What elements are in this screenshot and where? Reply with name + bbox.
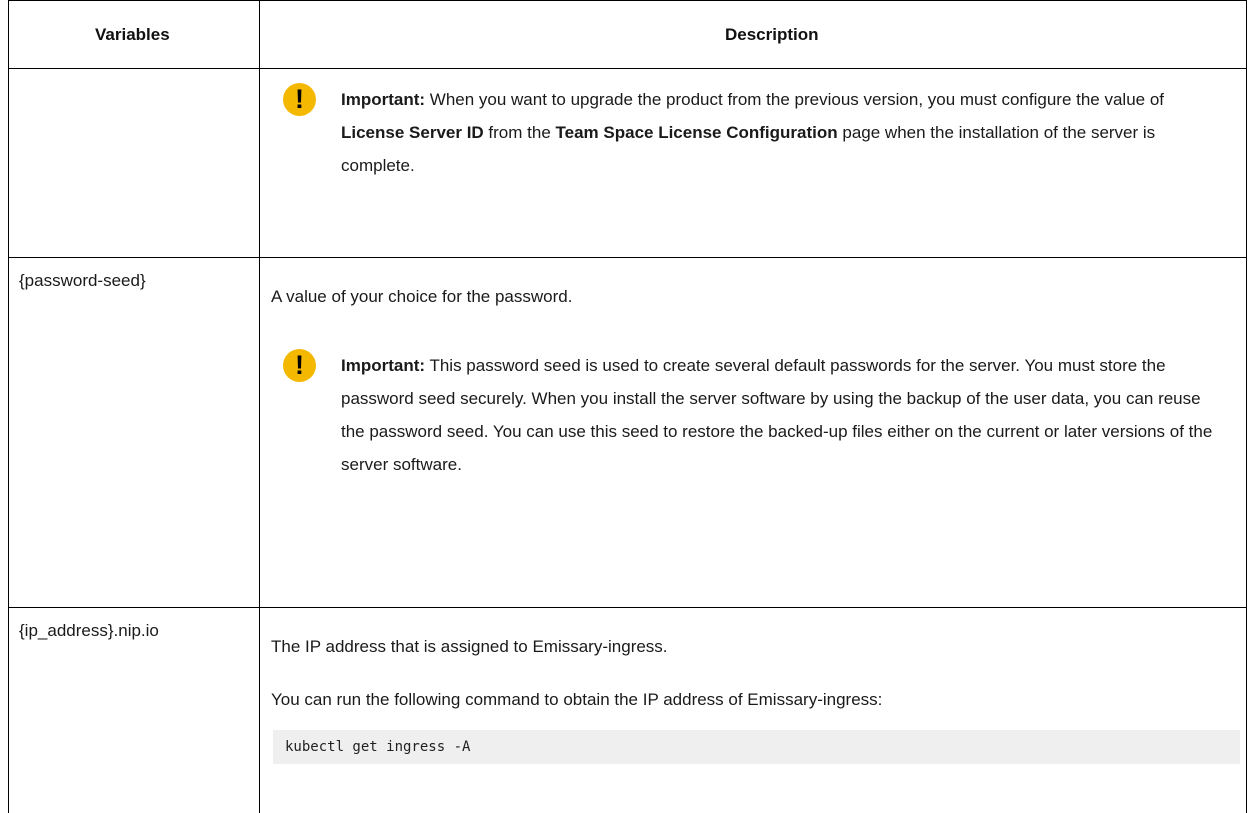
important-icon bbox=[283, 83, 316, 116]
important-note: Important: This password seed is used to… bbox=[283, 349, 1216, 481]
table-row: {password-seed} A value of your choice f… bbox=[9, 257, 1246, 608]
important-note-text: Important: When you want to upgrade the … bbox=[341, 83, 1216, 182]
table-header-row: Variables Description bbox=[9, 0, 1246, 69]
variable-name: {ip_address}.nip.io bbox=[19, 621, 159, 640]
variable-description-command: You can run the following command to obt… bbox=[271, 690, 883, 709]
header-variables: Variables bbox=[95, 25, 170, 44]
variable-description: The IP address that is assigned to Emiss… bbox=[271, 637, 668, 656]
table-row: Important: When you want to upgrade the … bbox=[9, 67, 1246, 258]
license-server-id-term: License Server ID bbox=[341, 123, 484, 142]
variable-name: {password-seed} bbox=[19, 271, 146, 290]
important-label: Important: bbox=[341, 90, 426, 109]
table-row: {ip_address}.nip.io The IP address that … bbox=[9, 607, 1246, 813]
note-text: from the bbox=[483, 123, 556, 142]
variable-description: A value of your choice for the password. bbox=[271, 287, 573, 306]
important-label: Important: bbox=[341, 356, 426, 375]
important-icon bbox=[283, 349, 316, 382]
note-text: This password seed is used to create sev… bbox=[341, 356, 1213, 474]
code-block[interactable]: kubectl get ingress -A bbox=[273, 730, 1240, 764]
license-config-page-term: Team Space License Configuration bbox=[555, 123, 838, 142]
header-description: Description bbox=[725, 25, 819, 44]
note-text: When you want to upgrade the product fro… bbox=[425, 90, 1165, 109]
variables-table: Variables Description Important: When yo… bbox=[8, 0, 1247, 813]
important-note-text: Important: This password seed is used to… bbox=[341, 349, 1216, 481]
important-note: Important: When you want to upgrade the … bbox=[283, 83, 1216, 182]
